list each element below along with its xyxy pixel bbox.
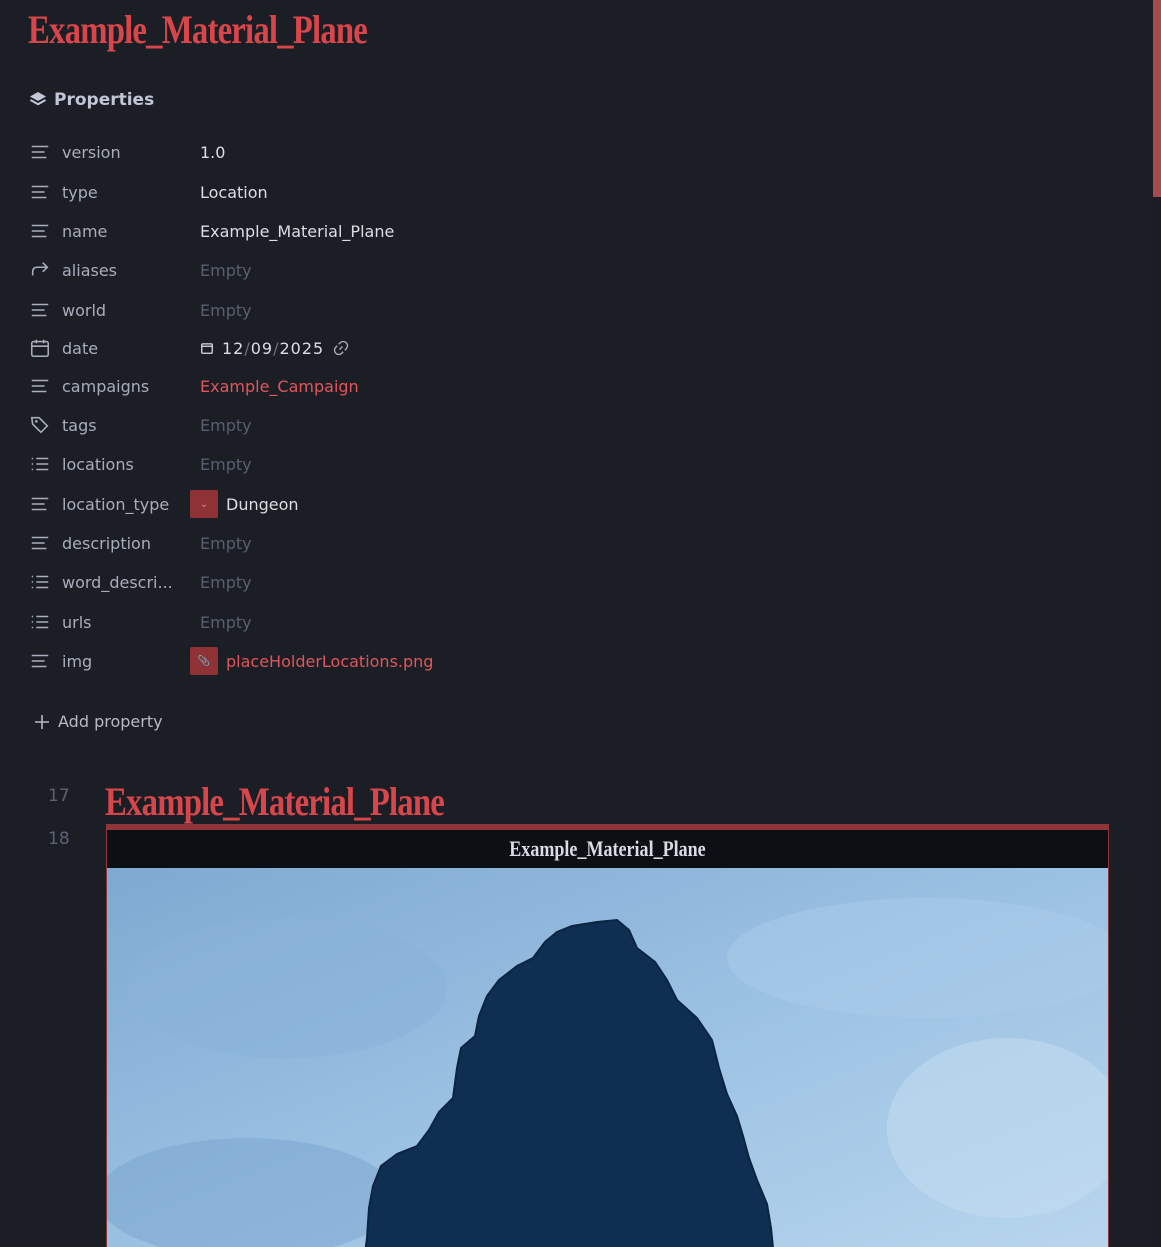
file-link[interactable]: placeHolderLocations.png xyxy=(226,652,433,671)
property-row-img[interactable]: img 📎 placeHolderLocations.png xyxy=(28,646,588,676)
location-infobox: Example_Material_Plane xyxy=(106,824,1109,1247)
property-key[interactable]: aliases xyxy=(62,261,117,280)
property-row-locations[interactable]: locations Empty xyxy=(28,449,588,479)
property-row-date[interactable]: date 12/09/2025 xyxy=(28,333,588,363)
text-lines-icon[interactable] xyxy=(28,492,52,516)
property-value[interactable]: Empty xyxy=(200,416,252,435)
date-value[interactable]: 12/09/2025 xyxy=(222,339,324,358)
property-row-campaigns[interactable]: campaigns Example_Campaign xyxy=(28,371,588,401)
property-key[interactable]: word_descri... xyxy=(62,573,173,592)
infobox-title: Example_Material_Plane xyxy=(509,836,706,861)
property-row-description[interactable]: description Empty xyxy=(28,528,588,558)
property-value[interactable]: 12/09/2025 xyxy=(200,339,350,358)
text-lines-icon[interactable] xyxy=(28,649,52,673)
property-row-name[interactable]: name Example_Material_Plane xyxy=(28,216,588,246)
property-value[interactable]: Empty xyxy=(200,534,252,553)
note-title[interactable]: Example_Material_Plane xyxy=(28,6,368,53)
text-lines-icon[interactable] xyxy=(28,374,52,398)
properties-header-label: Properties xyxy=(54,90,155,110)
properties-header[interactable]: Properties xyxy=(28,90,154,110)
location-map-image xyxy=(107,868,1108,1247)
property-value[interactable]: Example_Material_Plane xyxy=(200,222,394,241)
property-row-type[interactable]: type Location xyxy=(28,177,588,207)
property-key[interactable]: img xyxy=(62,652,92,671)
link-icon[interactable] xyxy=(332,339,350,357)
text-lines-icon[interactable] xyxy=(28,219,52,243)
property-row-aliases[interactable]: aliases Empty xyxy=(28,255,588,285)
text-lines-icon[interactable] xyxy=(28,531,52,555)
property-value[interactable]: Empty xyxy=(200,301,252,320)
property-key[interactable]: date xyxy=(62,339,98,358)
list-icon[interactable] xyxy=(28,570,52,594)
line-number: 17 xyxy=(48,786,70,806)
property-row-version[interactable]: version 1.0 xyxy=(28,137,588,167)
list-icon[interactable] xyxy=(28,610,52,634)
chevron-down-icon[interactable]: ⌄ xyxy=(190,490,218,518)
property-row-urls[interactable]: urls Empty xyxy=(28,607,588,637)
property-value[interactable]: Empty xyxy=(200,613,252,632)
property-value[interactable]: Location xyxy=(200,183,268,202)
text-lines-icon[interactable] xyxy=(28,298,52,322)
property-row-location_type[interactable]: location_type ⌄ Dungeon xyxy=(28,489,588,519)
property-key[interactable]: name xyxy=(62,222,107,241)
property-row-tags[interactable]: tags Empty xyxy=(28,410,588,440)
scrollbar-thumb[interactable] xyxy=(1153,0,1161,197)
property-key[interactable]: campaigns xyxy=(62,377,149,396)
property-value[interactable]: Empty xyxy=(200,573,252,592)
property-key[interactable]: tags xyxy=(62,416,97,435)
layers-icon xyxy=(30,92,46,106)
calendar-small-icon xyxy=(201,343,213,354)
property-value[interactable]: Empty xyxy=(200,261,252,280)
property-key[interactable]: location_type xyxy=(62,495,169,514)
list-icon[interactable] xyxy=(28,452,52,476)
heading-1[interactable]: Example_Material_Plane xyxy=(105,778,445,825)
property-key[interactable]: world xyxy=(62,301,106,320)
line-number: 18 xyxy=(48,829,70,849)
property-row-word_descri[interactable]: word_descri... Empty xyxy=(28,567,588,597)
property-row-world[interactable]: world Empty xyxy=(28,295,588,325)
property-value[interactable]: ⌄ Dungeon xyxy=(190,490,299,518)
property-key[interactable]: urls xyxy=(62,613,92,632)
text-lines-icon[interactable] xyxy=(28,140,52,164)
select-value[interactable]: Dungeon xyxy=(226,495,299,514)
property-value[interactable]: 1.0 xyxy=(200,143,225,162)
add-property-label: Add property xyxy=(58,712,163,731)
property-value[interactable]: 📎 placeHolderLocations.png xyxy=(190,647,433,675)
add-property-button[interactable]: Add property xyxy=(34,712,163,731)
plus-icon xyxy=(35,714,49,729)
text-lines-icon[interactable] xyxy=(28,180,52,204)
property-key[interactable]: locations xyxy=(62,455,134,474)
tags-icon[interactable] xyxy=(28,413,52,437)
property-key[interactable]: description xyxy=(62,534,151,553)
note-page: Example_Material_Plane Properties versio… xyxy=(0,0,1161,1247)
property-key[interactable]: version xyxy=(62,143,121,162)
forward-arrow-icon[interactable] xyxy=(28,258,52,282)
property-key[interactable]: type xyxy=(62,183,98,202)
property-value[interactable]: Example_Campaign xyxy=(200,377,359,396)
calendar-icon[interactable] xyxy=(28,336,52,360)
property-value[interactable]: Empty xyxy=(200,455,252,474)
paperclip-icon: 📎 xyxy=(190,647,218,675)
